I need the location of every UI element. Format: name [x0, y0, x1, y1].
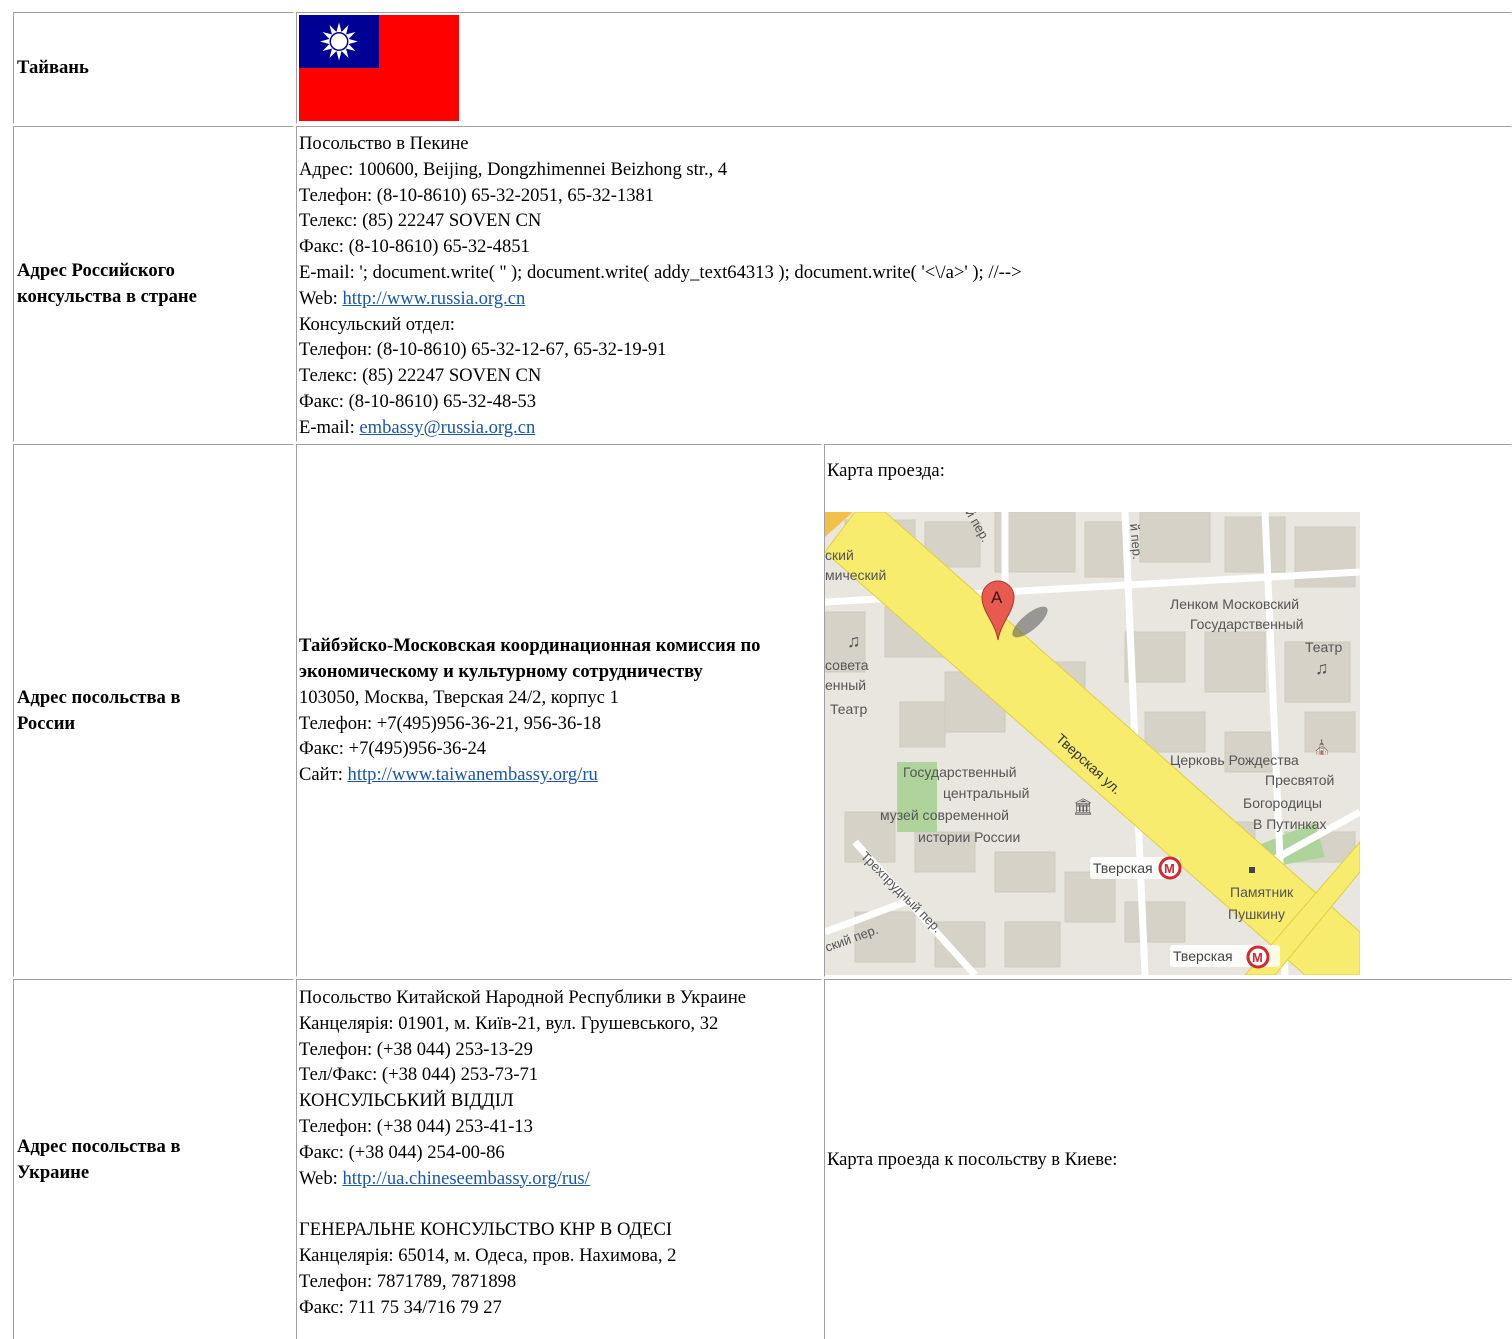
- consulate-line-10: Факс: (8-10-8610) 65-32-48-53: [299, 390, 537, 412]
- ukraine-line-10: Телефон: 7871789, 7871898: [299, 1270, 517, 1292]
- ukraine-label-cell: Адрес посольства в Украине: [13, 979, 294, 1339]
- russia-label: Адрес посольства в России: [17, 686, 181, 734]
- map-place-1: ский: [825, 547, 854, 563]
- country-flag-cell: [296, 12, 1512, 124]
- map-street-lane-3: й пер.: [1127, 523, 1145, 560]
- country-label-cell: Тайвань: [13, 12, 294, 124]
- map-place-12: В Путинках: [1253, 816, 1326, 832]
- ukraine-web-line: Web: http://ua.chineseembassy.org/rus/: [299, 1166, 821, 1192]
- map-place-17: Памятник: [1230, 884, 1294, 900]
- map-place-15: музей современной: [880, 807, 1009, 823]
- russia-site-line: Сайт: http://www.taiwanembassy.org/ru: [299, 762, 821, 788]
- consulate-email-line: E-mail: embassy@russia.org.cn: [299, 415, 1511, 441]
- consulate-line-6: E-mail: '; document.write( '' ); documen…: [299, 261, 1022, 283]
- russia-info-cell: Тайбэйско-Московская координационная ком…: [296, 444, 822, 977]
- ukraine-line-6: Телефон: (+38 044) 253-41-13: [299, 1115, 533, 1137]
- russia-org-title-text: Тайбэйско-Московская координационная ком…: [299, 635, 761, 682]
- consulate-line-9: Телекс: (85) 22247 SOVEN CN: [299, 365, 542, 387]
- russia-line-1: 103050, Москва, Тверская 24/2, корпус 1: [299, 686, 619, 708]
- ukraine-line-8: ГЕНЕРАЛЬНЕ КОНСУЛЬСТВО КНР В ОДЕСІ: [299, 1219, 673, 1241]
- ukraine-line-11: Факс: 711 75 34/716 79 27: [299, 1296, 502, 1318]
- map-place-8: Театр: [1305, 639, 1342, 655]
- russia-map-image[interactable]: Тверская ул. Трехпрудный пер. ский пер. …: [825, 512, 1360, 975]
- map-place-13: Государственный: [903, 764, 1017, 780]
- map-theatre-icon: ♫: [847, 631, 861, 651]
- russia-line-2: Телефон: +7(495)956-36-21, 956-36-18: [299, 712, 602, 734]
- ukraine-blank-line: [299, 1191, 821, 1217]
- consulate-web-link[interactable]: http://www.russia.org.cn: [342, 288, 525, 309]
- ukraine-label: Адрес посольства в Украине: [17, 1135, 181, 1183]
- map-place-4: енный: [825, 677, 866, 693]
- map-museum-icon: 🏛: [1073, 798, 1093, 816]
- ukraine-info-cell: Посольство Китайской Народной Республики…: [296, 979, 822, 1339]
- map-place-3: совета: [825, 657, 869, 673]
- consulate-line-4: Телекс: (85) 22247 SOVEN CN: [299, 210, 542, 232]
- map-place-5: Театр: [830, 701, 867, 717]
- map-metro-label-2: Тверская: [1173, 948, 1233, 964]
- map-place-11: Богородицы: [1243, 795, 1322, 811]
- consulate-line-3: Телефон: (8-10-8610) 65-32-2051, 65-32-1…: [299, 184, 655, 206]
- map-monument-icon: [1249, 867, 1255, 873]
- russia-line-3: Факс: +7(495)956-36-24: [299, 738, 487, 760]
- map-place-7: Государственный: [1190, 616, 1304, 632]
- consulate-web-line: Web: http://www.russia.org.cn: [299, 286, 1511, 312]
- ukraine-line-5: КОНСУЛЬСЬКИЙ ВІДДІЛ: [299, 1090, 514, 1112]
- ukraine-web-link[interactable]: http://ua.chineseembassy.org/rus/: [342, 1168, 589, 1189]
- consulate-label-cell: Адрес Российского консульства в стране: [13, 126, 294, 442]
- country-label: Тайвань: [17, 57, 89, 78]
- svg-text:M: M: [1252, 950, 1263, 965]
- map-theatre-icon-2: ♫: [1315, 658, 1329, 678]
- consulate-line-1: Посольство в Пекине: [299, 133, 469, 154]
- ukraine-line-9: Канцелярія: 65014, м. Одеса, пров. Нахим…: [299, 1244, 677, 1266]
- map-metro-label-1: Тверская: [1093, 860, 1153, 876]
- ukraine-line-2: Канцелярія: 01901, м. Київ-21, вул. Груш…: [299, 1012, 719, 1034]
- map-place-16: истории России: [918, 829, 1020, 845]
- map-place-9: Церковь Рождества: [1170, 752, 1299, 768]
- russia-label-cell: Адрес посольства в России: [13, 444, 294, 977]
- ukraine-line-7: Факс: (+38 044) 254-00-86: [299, 1141, 505, 1163]
- map-place-18: Пушкину: [1228, 906, 1285, 922]
- ukraine-line-1: Посольство Китайской Народной Республики…: [299, 987, 747, 1008]
- consulate-line-5: Факс: (8-10-8610) 65-32-4851: [299, 236, 530, 258]
- map-place-6: Ленком Московский: [1170, 596, 1299, 612]
- ukraine-line-3: Телефон: (+38 044) 253-13-29: [299, 1038, 533, 1060]
- consulate-label: Адрес Российского консульства в стране: [17, 260, 197, 307]
- consulate-web-label: Web:: [299, 287, 343, 309]
- map-place-10: Пресвятой: [1265, 772, 1334, 788]
- russia-site-label: Сайт:: [299, 764, 348, 786]
- map-place-14: центральный: [943, 785, 1029, 801]
- russia-org-title: Тайбэйско-Московская координационная ком…: [299, 633, 799, 685]
- ukraine-map-caption: Карта проезда к посольству в Киеве:: [827, 1148, 1118, 1170]
- consulate-line-8: Телефон: (8-10-8610) 65-32-12-67, 65-32-…: [299, 339, 667, 361]
- consulate-email-link[interactable]: embassy@russia.org.cn: [359, 417, 535, 438]
- ukraine-map-cell: Карта проезда к посольству в Киеве:: [824, 979, 1512, 1339]
- consulate-line-2: Адрес: 100600, Beijing, Dongzhimennei Be…: [299, 158, 728, 180]
- ukraine-line-4: Тел/Факс: (+38 044) 253-73-71: [299, 1064, 539, 1086]
- consulate-email-label: E-mail:: [299, 416, 360, 438]
- map-marker-letter: A: [991, 588, 1003, 607]
- ukraine-web-label: Web:: [299, 1167, 343, 1189]
- russia-site-link[interactable]: http://www.taiwanembassy.org/ru: [348, 764, 598, 785]
- consulate-info-cell: Посольство в Пекине Адрес: 100600, Beiji…: [296, 126, 1512, 442]
- map-church-icon: ⛪: [1313, 738, 1330, 756]
- map-place-2: мический: [825, 567, 886, 583]
- taiwan-flag: [299, 15, 459, 121]
- consulate-line-7: Консульский отдел:: [299, 313, 455, 335]
- russia-map-caption: Карта проезда:: [827, 460, 945, 481]
- svg-text:M: M: [1164, 861, 1175, 876]
